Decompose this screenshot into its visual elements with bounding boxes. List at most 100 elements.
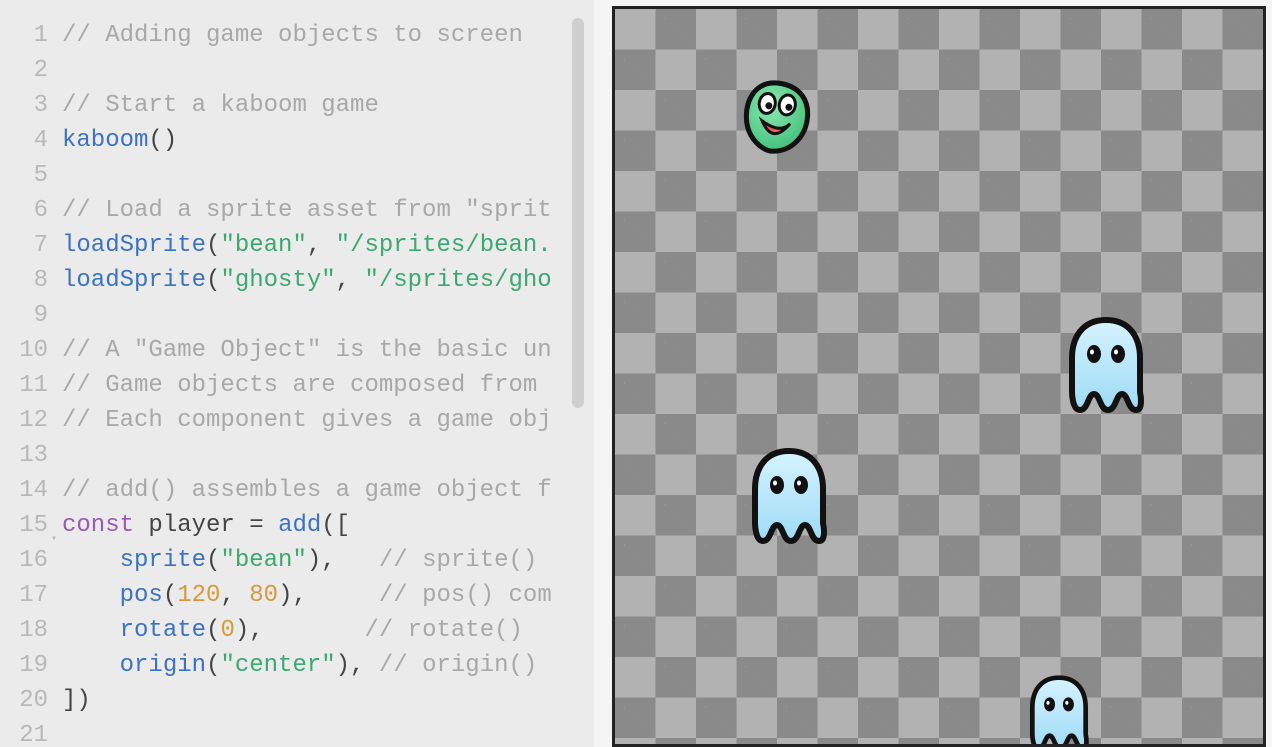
line-number: 7 xyxy=(0,228,48,263)
token-plain: ), xyxy=(278,582,379,609)
code-line[interactable]: // Each component gives a game obj xyxy=(62,403,552,438)
token-num: 120 xyxy=(177,582,220,609)
token-fn: loadSprite xyxy=(62,232,206,259)
token-plain: = xyxy=(249,512,263,539)
game-preview-pane xyxy=(594,0,1272,747)
code-line[interactable]: // add() assembles a game object f xyxy=(62,473,552,508)
ghosty-sprite[interactable] xyxy=(1013,673,1105,747)
token-fn: rotate xyxy=(120,617,206,644)
token-string: "bean" xyxy=(220,232,306,259)
code-line[interactable] xyxy=(62,53,552,88)
code-line[interactable]: pos(120, 80), // pos() com xyxy=(62,578,552,613)
token-plain xyxy=(62,652,120,679)
token-comment: // Load a sprite asset from "sprit xyxy=(62,197,552,224)
line-number-gutter: 123456789101112131415▾161718192021 xyxy=(0,0,62,747)
token-plain: , xyxy=(336,267,365,294)
token-string: "center" xyxy=(220,652,335,679)
vertical-scrollbar[interactable] xyxy=(572,18,584,408)
code-line[interactable]: loadSprite("bean", "/sprites/bean. xyxy=(62,228,552,263)
checker-background xyxy=(615,9,1263,744)
code-area[interactable]: 123456789101112131415▾161718192021 // Ad… xyxy=(0,0,594,747)
token-plain xyxy=(264,512,278,539)
token-fn: sprite xyxy=(120,547,206,574)
token-plain xyxy=(235,512,249,539)
line-number: 10 xyxy=(0,333,48,368)
token-string: "/sprites/bean. xyxy=(336,232,552,259)
token-plain: ( xyxy=(206,547,220,574)
token-plain: ), xyxy=(307,547,379,574)
line-number: 8 xyxy=(0,263,48,298)
token-comment: // origin() xyxy=(379,652,552,679)
token-plain xyxy=(62,547,120,574)
code-line[interactable] xyxy=(62,438,552,473)
code-line[interactable] xyxy=(62,158,552,193)
bean-sprite[interactable] xyxy=(729,71,822,164)
token-string: "bean" xyxy=(220,547,306,574)
ghosty-sprite[interactable] xyxy=(743,445,835,547)
code-line[interactable]: // Game objects are composed from xyxy=(62,368,552,403)
line-number: 3 xyxy=(0,88,48,123)
code-line[interactable]: // Load a sprite asset from "sprit xyxy=(62,193,552,228)
token-comment: // Game objects are composed from xyxy=(62,372,552,399)
line-number: 18 xyxy=(0,613,48,648)
line-number: 12 xyxy=(0,403,48,438)
fold-icon[interactable]: ▾ xyxy=(51,522,57,557)
game-canvas[interactable] xyxy=(612,6,1266,747)
code-line[interactable] xyxy=(62,298,552,333)
line-number: 4 xyxy=(0,123,48,158)
token-string: "/sprites/gho xyxy=(364,267,551,294)
token-fn: origin xyxy=(120,652,206,679)
token-num: 80 xyxy=(249,582,278,609)
line-number: 14 xyxy=(0,473,48,508)
token-plain: , xyxy=(307,232,336,259)
line-number: 13 xyxy=(0,438,48,473)
token-fn: pos xyxy=(120,582,163,609)
line-number: 16 xyxy=(0,543,48,578)
token-comment: // Start a kaboom game xyxy=(62,92,379,119)
token-plain xyxy=(62,617,120,644)
line-number: 11 xyxy=(0,368,48,403)
code-line[interactable] xyxy=(62,718,552,747)
token-plain: ( xyxy=(163,582,177,609)
token-plain: ( xyxy=(206,232,220,259)
code-line[interactable]: loadSprite("ghosty", "/sprites/gho xyxy=(62,263,552,298)
token-plain: () xyxy=(148,127,177,154)
line-number: 5 xyxy=(0,158,48,193)
code-line[interactable]: sprite("bean"), // sprite() xyxy=(62,543,552,578)
token-plain: ), xyxy=(336,652,379,679)
token-fn: loadSprite xyxy=(62,267,206,294)
token-plain: ]) xyxy=(62,687,91,714)
code-line[interactable]: const player = add([ xyxy=(62,508,552,543)
token-ident: player xyxy=(148,512,234,539)
line-number: 17 xyxy=(0,578,48,613)
ghosty-sprite[interactable] xyxy=(1060,314,1152,416)
token-num: 0 xyxy=(220,617,234,644)
line-number: 2 xyxy=(0,53,48,88)
code-line[interactable]: kaboom() xyxy=(62,123,552,158)
token-plain: ( xyxy=(206,617,220,644)
token-comment: // rotate() xyxy=(364,617,537,644)
token-kw: const xyxy=(62,512,134,539)
line-number: 21 xyxy=(0,718,48,747)
token-comment: // sprite() xyxy=(379,547,552,574)
code-content[interactable]: // Adding game objects to screen // Start… xyxy=(62,0,552,747)
code-line[interactable]: // Adding game objects to screen xyxy=(62,18,552,53)
line-number: 9 xyxy=(0,298,48,333)
line-number: 6 xyxy=(0,193,48,228)
line-number: 20 xyxy=(0,683,48,718)
code-line[interactable]: rotate(0), // rotate() xyxy=(62,613,552,648)
token-comment: // pos() com xyxy=(379,582,552,609)
code-line[interactable]: // Start a kaboom game xyxy=(62,88,552,123)
token-comment: // add() assembles a game object f xyxy=(62,477,552,504)
token-plain: ( xyxy=(206,267,220,294)
token-plain: , xyxy=(220,582,249,609)
token-plain: ( xyxy=(206,652,220,679)
code-line[interactable]: origin("center"), // origin() xyxy=(62,648,552,683)
code-line[interactable]: ]) xyxy=(62,683,552,718)
line-number: 1 xyxy=(0,18,48,53)
line-number: 15▾ xyxy=(0,508,48,543)
code-line[interactable]: // A "Game Object" is the basic un xyxy=(62,333,552,368)
code-editor-pane: 123456789101112131415▾161718192021 // Ad… xyxy=(0,0,594,747)
token-plain: ), xyxy=(235,617,365,644)
token-fn: add xyxy=(278,512,321,539)
